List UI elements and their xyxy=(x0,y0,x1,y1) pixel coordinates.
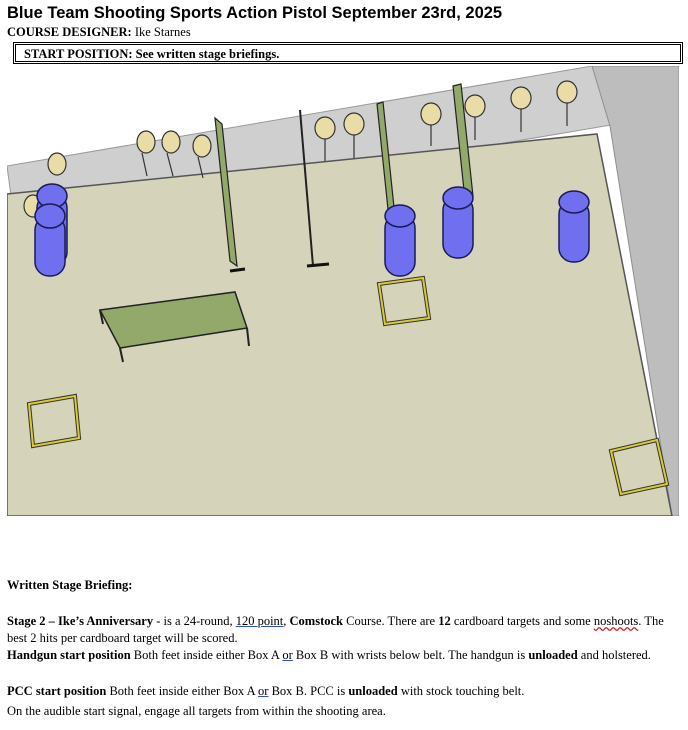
handgun-text-1: Both feet inside either Box A xyxy=(130,648,283,662)
stage-diagram xyxy=(7,66,679,516)
handgun-text-2: Box B with wrists below belt. The handgu… xyxy=(292,648,529,662)
course-designer: COURSE DESIGNER: Ike Starnes xyxy=(7,25,191,40)
stage-desc-4: cardboard targets and some xyxy=(450,614,594,628)
briefing-heading-text: Written Stage Briefing: xyxy=(7,578,133,592)
stage-desc-3: Course. There are xyxy=(343,614,439,628)
designer-label: COURSE DESIGNER: xyxy=(7,25,132,39)
briefing-pcc-paragraph: PCC start position Both feet inside eith… xyxy=(7,683,683,700)
handgun-state: unloaded xyxy=(528,648,578,662)
briefing-stage-paragraph: Stage 2 – Ike’s Anniversary - is a 24-ro… xyxy=(7,613,683,647)
briefing-heading: Written Stage Briefing: xyxy=(7,577,683,594)
barrel-stack-3 xyxy=(442,186,474,259)
stage-desc-1: - is a 24-round, xyxy=(153,614,236,628)
or-word-1: or xyxy=(282,648,293,662)
course-type: Comstock xyxy=(289,614,343,628)
target-count: 12 xyxy=(438,614,451,628)
points: 120 point xyxy=(235,614,284,628)
handgun-text-3: and holstered. xyxy=(577,648,651,662)
pcc-text-3: with stock touching belt. xyxy=(397,684,525,698)
barrel-stack-1 xyxy=(34,183,68,277)
briefing-start-signal: On the audible start signal, engage all … xyxy=(7,704,386,718)
page-title: Blue Team Shooting Sports Action Pistol … xyxy=(7,4,503,22)
pcc-text-2: Box B. PCC is xyxy=(268,684,349,698)
designer-name: Ike Starnes xyxy=(134,25,191,39)
pcc-label: PCC start position xyxy=(7,684,107,698)
noshoots-word: noshoots xyxy=(593,614,639,628)
briefing-handgun-paragraph: Handgun start position Both feet inside … xyxy=(7,647,683,664)
pcc-text-1: Both feet inside either Box A xyxy=(106,684,259,698)
start-position-text: START POSITION: See written stage briefi… xyxy=(15,44,681,62)
handgun-label: Handgun start position xyxy=(7,648,131,662)
barrel-stack-2 xyxy=(384,204,416,277)
stage-title: Stage 2 – Ike’s Anniversary xyxy=(7,614,154,628)
pcc-state: unloaded xyxy=(348,684,398,698)
barrel-stack-4 xyxy=(558,190,590,263)
or-word-2: or xyxy=(258,684,269,698)
start-position-box: START POSITION: See written stage briefi… xyxy=(13,42,683,64)
